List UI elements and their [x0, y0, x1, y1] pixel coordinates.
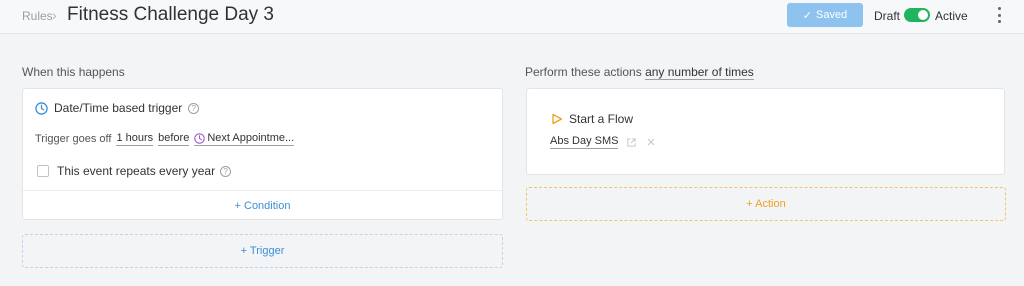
repeat-row: This event repeats every year ?	[37, 164, 232, 178]
trigger-amount-select[interactable]: 1 hours	[116, 132, 154, 146]
event-clock-icon	[194, 132, 206, 144]
repeat-checkbox[interactable]	[37, 165, 49, 177]
breadcrumb-rules[interactable]: Rules	[22, 9, 53, 23]
more-menu-icon[interactable]	[994, 6, 1004, 24]
page-title[interactable]: Fitness Challenge Day 3	[67, 4, 274, 26]
add-trigger-label: + Trigger	[240, 245, 285, 257]
active-label: Active	[935, 9, 968, 23]
trigger-event-select[interactable]: Next Appointme...	[194, 132, 295, 146]
when-section-label: When this happens	[22, 65, 125, 79]
add-condition-link[interactable]: + Condition	[23, 200, 502, 212]
trigger-event-label: Next Appointme...	[207, 132, 295, 144]
action-title: Start a Flow	[569, 112, 634, 126]
action-title-row: Start a Flow	[551, 112, 633, 126]
play-icon	[552, 113, 563, 125]
draft-label: Draft	[874, 9, 901, 23]
card-divider	[23, 190, 502, 191]
flow-select[interactable]: Abs Day SMS	[550, 135, 619, 149]
trigger-config-row: Trigger goes off 1 hours before Next App…	[35, 132, 295, 146]
flow-row: Abs Day SMS	[550, 135, 656, 149]
check-icon: ✓	[802, 9, 812, 22]
add-action-label: + Action	[746, 198, 786, 210]
trigger-title: Date/Time based trigger	[54, 101, 183, 115]
repeat-help-icon[interactable]: ?	[220, 165, 232, 177]
external-link-icon[interactable]	[626, 137, 637, 148]
clock-icon	[35, 101, 48, 115]
perform-section-label: Perform these actions any number of time…	[525, 65, 754, 80]
trigger-goes-off-label: Trigger goes off	[35, 133, 112, 145]
perform-label-prefix: Perform these actions	[525, 65, 642, 79]
breadcrumb-separator: ›	[52, 7, 57, 23]
add-trigger-button[interactable]: + Trigger	[22, 234, 503, 268]
saved-button[interactable]: ✓ Saved	[787, 3, 863, 27]
add-action-button[interactable]: + Action	[526, 187, 1006, 221]
active-toggle[interactable]	[904, 8, 930, 22]
repeat-label: This event repeats every year	[57, 164, 216, 178]
top-bar: Rules › Fitness Challenge Day 3 ✓ Saved …	[0, 0, 1024, 34]
remove-icon[interactable]	[646, 137, 656, 147]
trigger-when-select[interactable]: before	[158, 132, 190, 146]
help-icon[interactable]: ?	[188, 102, 200, 114]
frequency-select[interactable]: any number of times	[645, 65, 754, 80]
trigger-card: Date/Time based trigger ? Trigger goes o…	[22, 88, 503, 220]
saved-label: Saved	[816, 9, 848, 21]
action-card: Start a Flow Abs Day SMS	[526, 88, 1005, 175]
trigger-title-row: Date/Time based trigger ?	[35, 101, 200, 115]
